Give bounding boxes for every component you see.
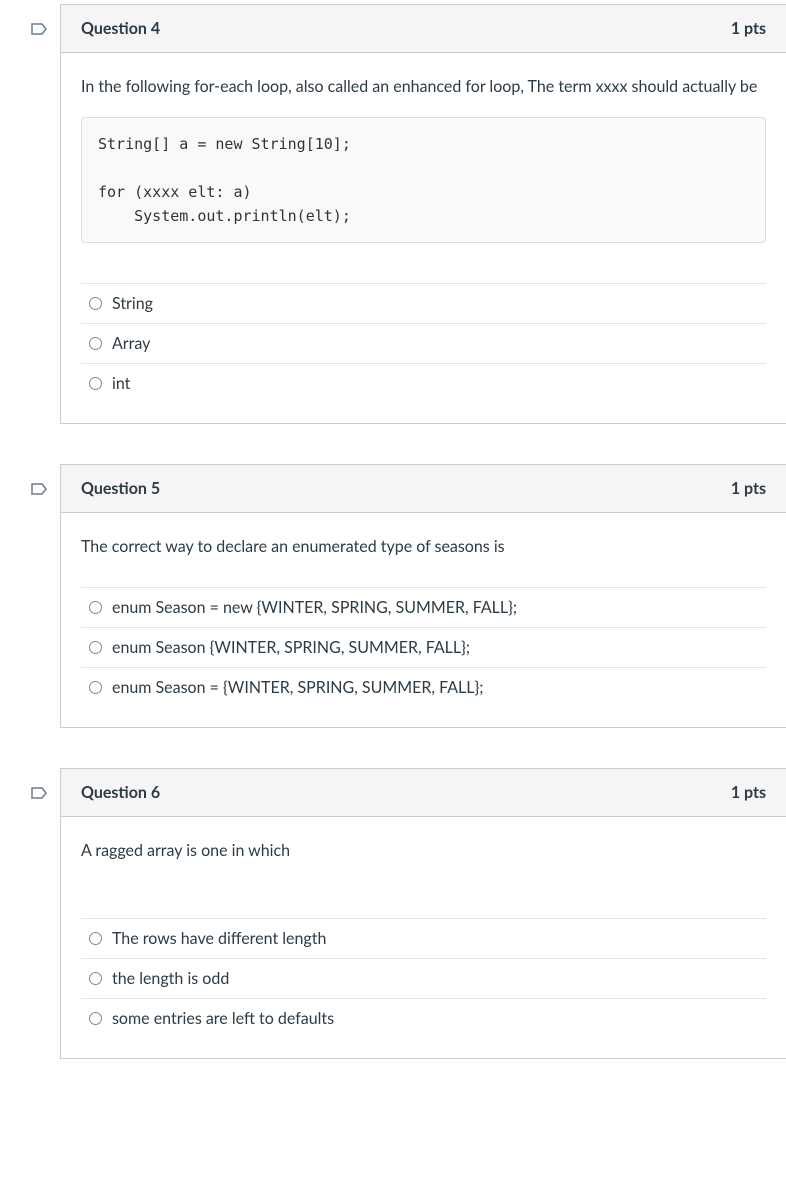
question-header: Question 4 1 pts <box>61 5 786 53</box>
answer-text: int <box>112 374 130 393</box>
answer-text: enum Season = {WINTER, SPRING, SUMMER, F… <box>112 678 483 697</box>
question-number: Question 5 <box>81 479 160 498</box>
question-body: The correct way to declare an enumerated… <box>61 513 786 727</box>
answer-text: enum Season = new {WINTER, SPRING, SUMME… <box>112 598 517 617</box>
answer-option[interactable]: The rows have different length <box>81 919 766 959</box>
radio-icon <box>89 681 102 694</box>
question-prompt: In the following for-each loop, also cal… <box>81 75 766 99</box>
radio-icon <box>89 601 102 614</box>
answer-option[interactable]: String <box>81 284 766 324</box>
answer-option[interactable]: Array <box>81 324 766 364</box>
radio-icon <box>89 337 102 350</box>
question-block: Question 4 1 pts In the following for-ea… <box>60 4 786 424</box>
question-block: Question 6 1 pts A ragged array is one i… <box>60 768 786 1059</box>
question-prompt: A ragged array is one in which <box>81 839 766 863</box>
answer-option[interactable]: enum Season = new {WINTER, SPRING, SUMME… <box>81 588 766 628</box>
question-block: Question 5 1 pts The correct way to decl… <box>60 464 786 728</box>
question-header: Question 6 1 pts <box>61 769 786 817</box>
answer-option[interactable]: some entries are left to defaults <box>81 999 766 1038</box>
answer-text: some entries are left to defaults <box>112 1009 334 1028</box>
radio-icon <box>89 932 102 945</box>
radio-icon <box>89 972 102 985</box>
answer-option[interactable]: enum Season = {WINTER, SPRING, SUMMER, F… <box>81 668 766 707</box>
flag-icon[interactable] <box>31 787 47 807</box>
radio-icon <box>89 641 102 654</box>
flag-icon[interactable] <box>31 483 47 503</box>
answer-list: enum Season = new {WINTER, SPRING, SUMME… <box>81 587 766 707</box>
answer-text: the length is odd <box>112 969 229 988</box>
radio-icon <box>89 1012 102 1025</box>
question-points: 1 pts <box>731 783 766 802</box>
question-points: 1 pts <box>731 19 766 38</box>
answer-option[interactable]: the length is odd <box>81 959 766 999</box>
code-block: String[] a = new String[10]; for (xxxx e… <box>81 117 766 243</box>
question-body: In the following for-each loop, also cal… <box>61 53 786 423</box>
radio-icon <box>89 297 102 310</box>
question-number: Question 6 <box>81 783 160 802</box>
answer-list: The rows have different length the lengt… <box>81 918 766 1038</box>
answer-text: String <box>112 294 153 313</box>
answer-text: The rows have different length <box>112 929 326 948</box>
question-prompt: The correct way to declare an enumerated… <box>81 535 766 559</box>
answer-option[interactable]: enum Season {WINTER, SPRING, SUMMER, FAL… <box>81 628 766 668</box>
question-body: A ragged array is one in which The rows … <box>61 817 786 1058</box>
radio-icon <box>89 377 102 390</box>
question-number: Question 4 <box>81 19 160 38</box>
answer-option[interactable]: int <box>81 364 766 403</box>
answer-text: Array <box>112 334 150 353</box>
answer-text: enum Season {WINTER, SPRING, SUMMER, FAL… <box>112 638 470 657</box>
question-points: 1 pts <box>731 479 766 498</box>
flag-icon[interactable] <box>31 23 47 43</box>
answer-list: String Array int <box>81 283 766 403</box>
question-header: Question 5 1 pts <box>61 465 786 513</box>
